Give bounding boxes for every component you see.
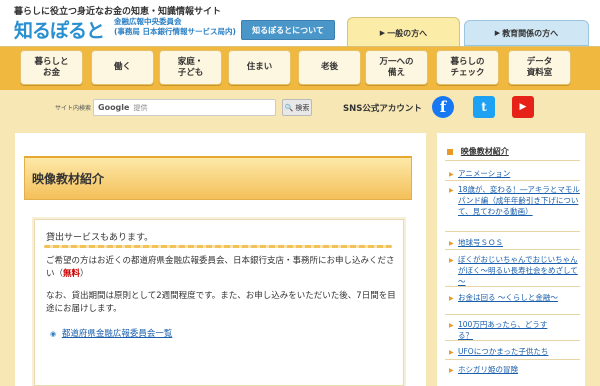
lending-paragraph: ご希望の方はお近くの都道府県金融広報委員会、日本銀行支店・事務所にお申し込みくだ… bbox=[46, 255, 396, 281]
arrow-right-icon: ▶ bbox=[449, 187, 454, 194]
free-label: 無料 bbox=[63, 269, 81, 279]
sidebar-item-ufo[interactable]: UFOにつかまった子供たち bbox=[458, 346, 580, 357]
sidebar-divider bbox=[445, 286, 580, 287]
nav-item-emergency[interactable]: 万一への 備え bbox=[365, 50, 428, 85]
sidebar-item-earth-sos[interactable]: 地球号ＳＯＳ bbox=[458, 237, 580, 248]
sidebar-title: 映像教材紹介 bbox=[447, 146, 509, 157]
facebook-icon[interactable]: f bbox=[432, 96, 454, 118]
committee-list-link-row: ◉ 都道府県金融広報委員会一覧 bbox=[50, 327, 172, 339]
page-title: 映像教材紹介 bbox=[32, 172, 105, 186]
sidebar-divider bbox=[445, 314, 580, 315]
sidebar-item-grandpa[interactable]: ぼくがおじいちゃんでおじいちゃんがぼく～明るい長寿社会をめざして～ bbox=[458, 254, 580, 287]
sidebar-item-money-circulates[interactable]: お金は回る ～くらしと金融～ bbox=[458, 292, 580, 303]
sidebar-item-18-years[interactable]: 18歳が、変わる！―アキラとマモル パンド編（成年年齢引き下げについて、見てわか… bbox=[458, 184, 580, 217]
arrow-right-icon: ▶ bbox=[449, 171, 454, 178]
lending-text-a: ご希望の方はお近くの都道府県金融広報委員会、日本銀行支店・事務所にお申し込みくだ… bbox=[46, 256, 395, 279]
box-heading: 貸出サービスもあります。 bbox=[46, 233, 154, 243]
about-button[interactable]: 知るぽるとについて bbox=[241, 20, 335, 40]
sidebar-divider bbox=[445, 249, 580, 250]
site-logo[interactable]: 知るぽると bbox=[14, 16, 105, 43]
search-placeholder: 提供 bbox=[133, 103, 148, 112]
arrow-right-icon: ▶ bbox=[494, 29, 501, 37]
org-line-1: 金融広報中央委員会 bbox=[114, 17, 182, 26]
sidebar-divider bbox=[445, 231, 580, 232]
search-icon: 🔍 bbox=[284, 103, 294, 112]
about-button-label: 知るぽるとについて bbox=[252, 25, 324, 35]
arrow-right-icon: ▶ bbox=[449, 349, 454, 356]
org-line-2: (事務局 日本銀行情報サービス局内) bbox=[114, 27, 236, 36]
sidebar-item-hoshigari[interactable]: ホシガリ姫の冒険 bbox=[458, 364, 580, 375]
sidebar-item-animation[interactable]: アニメーション bbox=[458, 168, 580, 179]
arrow-right-icon: ▶ bbox=[449, 295, 454, 302]
arrow-right-icon: ▶ bbox=[449, 257, 454, 264]
tab-general[interactable]: ▶ 一般の方へ bbox=[347, 17, 460, 48]
nav-item-data[interactable]: データ 資料室 bbox=[508, 50, 571, 85]
search-button[interactable]: 🔍 検索 bbox=[282, 99, 312, 116]
circle-arrow-icon: ◉ bbox=[50, 330, 57, 338]
tab-education[interactable]: ▶ 教育関係の方へ bbox=[464, 20, 589, 46]
nav-item-family[interactable]: 家庭・ 子ども bbox=[159, 50, 222, 85]
arrow-right-icon: ▶ bbox=[449, 240, 454, 247]
sidebar-item-million-yen[interactable]: 100万円あったら、どうする？ bbox=[458, 319, 558, 341]
nav-item-check[interactable]: 暮らしの チェック bbox=[436, 50, 499, 85]
arrow-right-icon: ▶ bbox=[379, 29, 386, 37]
sidebar-divider bbox=[445, 160, 580, 161]
arrow-right-icon: ▶ bbox=[449, 322, 454, 329]
sidebar-divider bbox=[445, 359, 580, 360]
tab-general-label: 一般の方へ bbox=[387, 28, 428, 38]
square-icon bbox=[447, 148, 453, 155]
youtube-icon[interactable]: ▶ bbox=[512, 96, 534, 118]
sns-label: SNS公式アカウント bbox=[343, 104, 422, 114]
arrow-right-icon: ▶ bbox=[449, 367, 454, 374]
nav-item-work[interactable]: 働く bbox=[91, 50, 154, 85]
committee-list-link[interactable]: 都道府県金融広報委員会一覧 bbox=[62, 329, 173, 339]
nav-item-retirement[interactable]: 老後 bbox=[298, 50, 361, 85]
lending-text-b: ） bbox=[80, 269, 89, 279]
twitter-icon[interactable]: t bbox=[473, 96, 495, 118]
google-label: Google bbox=[98, 103, 130, 112]
search-label: サイト内検索 bbox=[55, 105, 92, 112]
sidebar-divider bbox=[445, 340, 580, 341]
box-divider bbox=[44, 245, 392, 248]
sidebar-title-link[interactable]: 映像教材紹介 bbox=[461, 147, 509, 156]
nav-item-money[interactable]: 暮らしと お金 bbox=[20, 50, 83, 85]
sidebar-divider bbox=[445, 180, 580, 181]
search-button-label: 検索 bbox=[295, 103, 310, 112]
org-name: 金融広報中央委員会 (事務局 日本銀行情報サービス局内) bbox=[114, 17, 236, 37]
search-input[interactable]: Google 提供 bbox=[93, 99, 276, 116]
tab-education-label: 教育関係の方へ bbox=[502, 28, 559, 38]
period-paragraph: なお、貸出期間は原則として2週間程度です。また、お申し込みをいただいた後、7日間… bbox=[46, 291, 396, 314]
nav-item-housing[interactable]: 住まい bbox=[228, 50, 291, 85]
